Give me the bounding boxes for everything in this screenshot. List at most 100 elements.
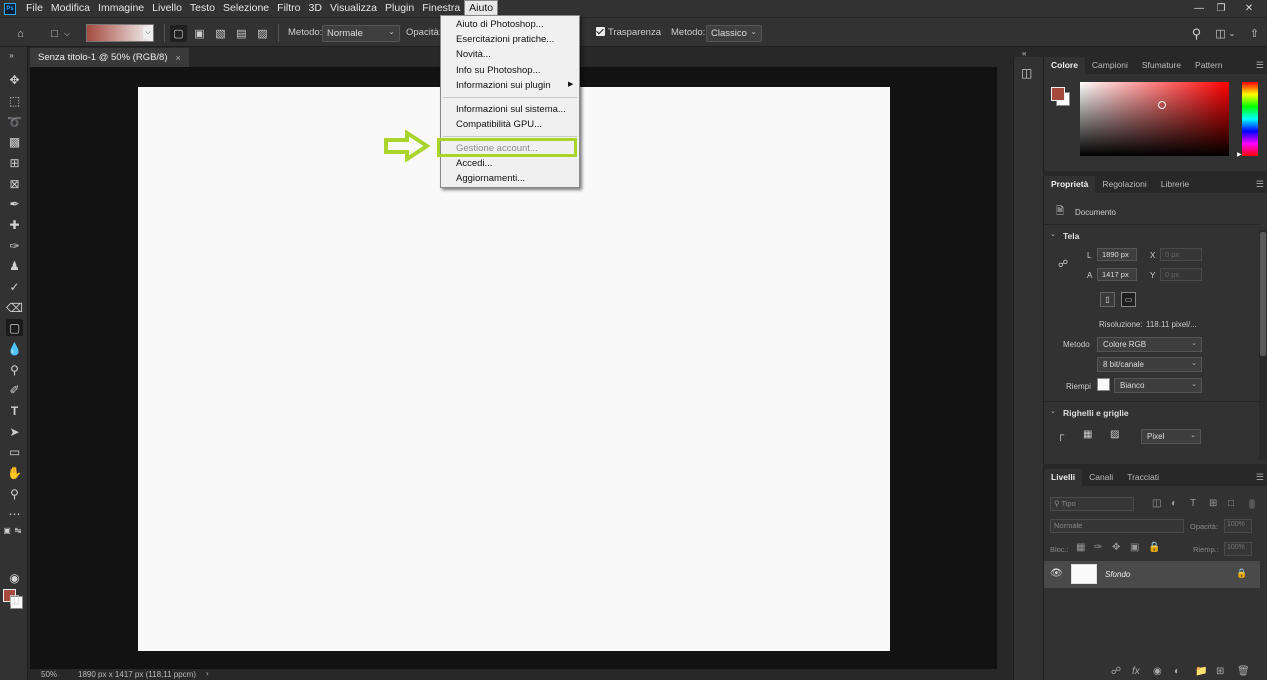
ruler-icon[interactable]: ┌ — [1057, 430, 1064, 441]
menu-item-esercitazioni[interactable]: Esercitazioni pratiche... — [456, 34, 554, 45]
minimize-icon[interactable]: — — [1188, 0, 1210, 17]
new-group-icon[interactable]: 📁 — [1195, 666, 1207, 677]
adjustment-layer-icon[interactable]: ◐ — [1174, 666, 1180, 677]
portrait-icon[interactable]: ▯ — [1100, 292, 1115, 307]
menu-item-accedi[interactable]: Accedi... — [456, 158, 492, 169]
screen-mode-icon[interactable]: ◫ — [6, 590, 23, 607]
default-colors-icon[interactable]: ▣ — [2, 525, 12, 535]
quick-mask-icon[interactable]: ◉ — [6, 569, 23, 586]
close-icon[interactable]: ✕ — [1238, 0, 1260, 17]
fx-icon[interactable]: fx — [1132, 666, 1140, 677]
marquee-tool-icon[interactable]: ⬚ — [6, 92, 23, 109]
tab-canali[interactable]: Canali — [1082, 469, 1120, 486]
layer-filter-select[interactable]: ⚲ Tipo — [1050, 497, 1134, 511]
metodo2-select[interactable]: Classico ⌄ — [706, 25, 762, 42]
grid-icon[interactable]: ▦ — [1083, 429, 1092, 440]
angle-gradient-icon[interactable]: ▧ — [212, 25, 229, 42]
link-layers-icon[interactable]: ☍ — [1111, 666, 1121, 677]
share-icon[interactable]: ⇧ — [1246, 25, 1263, 42]
menu-modifica[interactable]: Modifica — [47, 1, 94, 16]
menu-file[interactable]: File — [22, 1, 47, 16]
menu-finestra[interactable]: Finestra — [418, 1, 464, 16]
menu-immagine[interactable]: Immagine — [94, 1, 148, 16]
tab-livelli[interactable]: Livelli — [1044, 469, 1083, 486]
chevron-down-icon[interactable]: ⌵ — [62, 25, 72, 42]
menu-item-novita[interactable]: Novità... — [456, 49, 491, 60]
delete-layer-icon[interactable]: 🗑 — [1237, 666, 1250, 677]
chevron-down-icon[interactable]: ⌄ — [1227, 25, 1237, 42]
tab-sfumature[interactable]: Sfumature — [1135, 57, 1188, 74]
radial-gradient-icon[interactable]: ▣ — [191, 25, 208, 42]
panel-menu-icon[interactable]: ☰ — [1256, 472, 1264, 483]
color-mode-select[interactable]: Colore RGB ⌄ — [1097, 337, 1202, 352]
filter-toggle[interactable] — [1249, 499, 1255, 509]
photoshop-logo-icon[interactable]: Ps — [4, 2, 16, 15]
tab-proprieta[interactable]: Proprietà — [1044, 176, 1096, 193]
filter-smart-object-icon[interactable]: □ — [1228, 498, 1234, 509]
x-input[interactable]: 0 px — [1160, 248, 1202, 261]
lock-icon[interactable]: 🔒 — [1236, 568, 1247, 579]
history-brush-tool-icon[interactable]: ✓ — [6, 278, 23, 295]
blend-mode-select[interactable]: Normale — [1050, 519, 1184, 533]
tab-pattern[interactable]: Pattern — [1188, 57, 1229, 74]
clone-stamp-tool-icon[interactable]: ♟ — [6, 257, 23, 274]
properties-scrollbar[interactable] — [1259, 230, 1267, 460]
more-tools-icon[interactable]: ⋯ — [6, 505, 23, 522]
trasparenza-checkbox[interactable]: Trasparenza — [596, 27, 661, 38]
frame-tool-icon[interactable]: ⊠ — [6, 175, 23, 192]
filter-type-icon[interactable]: T — [1190, 498, 1196, 509]
lock-all-icon[interactable]: 🔒 — [1148, 542, 1160, 553]
collapse-icon[interactable]: « — [1022, 49, 1026, 58]
hue-slider-handle-icon[interactable]: ▶ — [1237, 151, 1242, 158]
menu-item-aggiornamenti[interactable]: Aggiornamenti... — [456, 173, 525, 184]
close-tab-icon[interactable]: × — [176, 53, 181, 63]
type-tool-icon[interactable]: T — [6, 402, 23, 419]
y-input[interactable]: 0 px — [1160, 268, 1202, 281]
crop-tool-icon[interactable]: ⊞ — [6, 154, 23, 171]
layer-name[interactable]: Sfondo — [1105, 570, 1130, 579]
tab-tracciati[interactable]: Tracciati — [1120, 469, 1166, 486]
zoom-tool-icon[interactable]: ⚲ — [6, 485, 23, 502]
filter-shape-icon[interactable]: ⊞ — [1209, 498, 1217, 509]
zoom-level[interactable]: 50% — [41, 670, 57, 679]
document-tab[interactable]: Senza titolo-1 @ 50% (RGB/8) × — [30, 48, 189, 67]
healing-brush-tool-icon[interactable]: ✚ — [6, 216, 23, 233]
path-selection-tool-icon[interactable]: ➤ — [6, 423, 23, 440]
fill-input[interactable]: 100% — [1224, 542, 1252, 556]
rectangle-tool-icon[interactable]: ▭ — [6, 443, 23, 460]
brush-tool-icon[interactable]: ✑ — [6, 237, 23, 254]
menu-item-info-sistema[interactable]: Informazioni sul sistema... — [456, 104, 566, 115]
reflected-gradient-icon[interactable]: ▤ — [233, 25, 250, 42]
restore-icon[interactable]: ❐ — [1210, 0, 1232, 17]
landscape-icon[interactable]: ▭ — [1121, 292, 1136, 307]
filter-adjustment-icon[interactable]: ◐ — [1171, 498, 1177, 509]
layer-row[interactable]: 👁 Sfondo 🔒 — [1044, 561, 1260, 588]
tab-regolazioni[interactable]: Regolazioni — [1095, 176, 1153, 193]
metodo-select[interactable]: Normale ⌄ — [322, 25, 400, 42]
fill-color-swatch[interactable] — [1097, 378, 1110, 391]
lock-image-icon[interactable]: ✑ — [1094, 542, 1102, 553]
color-fg-swatch[interactable] — [1051, 87, 1065, 101]
menu-plugin[interactable]: Plugin — [381, 1, 418, 16]
tab-campioni[interactable]: Campioni — [1085, 57, 1135, 74]
menu-item-info-plugin[interactable]: Informazioni sui plugin — [456, 80, 551, 91]
hand-tool-icon[interactable]: ✋ — [6, 464, 23, 481]
chevron-down-icon[interactable]: ⌄ — [1050, 230, 1056, 238]
hue-slider[interactable] — [1242, 82, 1258, 156]
tab-librerie[interactable]: Librerie — [1154, 176, 1196, 193]
link-icon[interactable]: ☍ — [1058, 259, 1068, 270]
fill-select[interactable]: Bianco ⌄ — [1114, 378, 1202, 393]
menu-3d[interactable]: 3D — [305, 1, 326, 16]
scrollbar-thumb[interactable] — [1260, 232, 1266, 356]
color-picker-cursor[interactable] — [1158, 101, 1166, 109]
expand-panel-icon[interactable]: » — [3, 47, 20, 64]
linear-gradient-icon[interactable]: ▢ — [170, 25, 187, 42]
height-input[interactable]: 1417 px — [1097, 268, 1137, 281]
chevron-down-icon[interactable]: ⌄ — [1050, 407, 1056, 415]
panel-menu-icon[interactable]: ☰ — [1256, 60, 1264, 71]
search-icon[interactable]: ⚲ — [1188, 25, 1205, 42]
menu-visualizza[interactable]: Visualizza — [326, 1, 381, 16]
object-select-tool-icon[interactable]: ▩ — [6, 133, 23, 150]
gradient-dropdown-icon[interactable]: ⌵ — [143, 27, 153, 39]
tab-colore[interactable]: Colore — [1044, 57, 1085, 74]
